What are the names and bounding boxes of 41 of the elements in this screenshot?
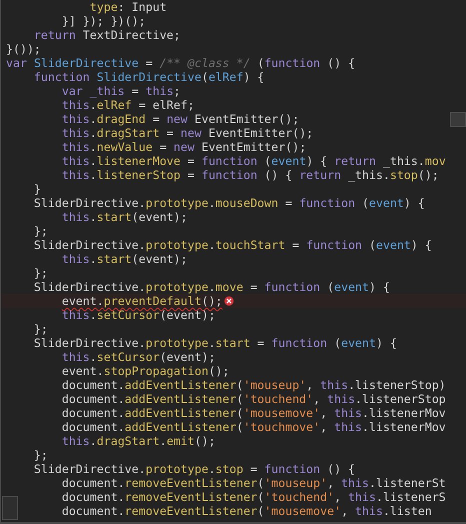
- code-line: };: [34, 322, 48, 336]
- code-line: }());: [6, 42, 41, 56]
- code-line: function SliderDirective(elRef) {: [34, 70, 264, 84]
- code-line: }: [34, 182, 41, 196]
- code-line: SliderDirective.prototype.start = function (event) {: [34, 336, 397, 350]
- scrollbar-thumb[interactable]: [450, 112, 466, 127]
- code-line: };: [34, 448, 48, 462]
- code-line: this.start(event);: [62, 252, 188, 266]
- code-line: type: Input: [90, 0, 167, 14]
- code-line: this.dragStart = new EventEmitter();: [62, 126, 314, 140]
- code-line: this.newValue = new EventEmitter();: [62, 140, 306, 154]
- code-line: document.removeEventListener('mousemove', this.listen: [62, 504, 432, 518]
- code-line: var SliderDirective = /** @class */ (function () {: [6, 56, 356, 70]
- code-line: this.dragEnd = new EventEmitter();: [62, 112, 300, 126]
- code-line: return TextDirective;: [34, 28, 181, 42]
- code-line: SliderDirective.prototype.mouseDown = function (event) {: [34, 196, 425, 210]
- code-line: this.start(event);: [62, 210, 188, 224]
- code-line: this.listenerStop = function () { return _this.stop();: [62, 168, 439, 182]
- error-icon: [224, 296, 234, 306]
- code-line: SliderDirective.prototype.touchStart = function (event) {: [34, 238, 432, 252]
- code-line: this.setCursor(event);: [62, 350, 216, 364]
- code-line: event.preventDefault();: [62, 294, 222, 308]
- code-line: var _this = this;: [62, 84, 181, 98]
- code-line: SliderDirective.prototype.stop = function () {: [34, 462, 356, 476]
- code-line: document.addEventListener('touchmove', this.listenerMov: [62, 420, 446, 434]
- code-line: document.addEventListener('mousemove', this.listenerMov: [62, 406, 446, 420]
- code-line: this.listenerMove = function (event) { return _this.mov: [62, 154, 446, 168]
- scrollbar-thumb[interactable]: [2, 496, 18, 520]
- code-line: this.elRef = elRef;: [62, 98, 194, 112]
- code-line: };: [34, 224, 48, 238]
- code-line: };: [34, 266, 48, 280]
- code-line: document.addEventListener('touchend', this.listenerStop: [62, 392, 446, 406]
- code-line: SliderDirective.prototype.move = function (event) {: [34, 280, 390, 294]
- code-line: event.stopPropagation();: [62, 364, 230, 378]
- code-editor[interactable]: [0, 0, 466, 524]
- code-line: document.removeEventListener('touchend', this.listenerS: [62, 490, 446, 504]
- code-line: this.setCursor(event);: [62, 308, 216, 322]
- code-line: this.dragStart.emit();: [62, 434, 216, 448]
- code-line: }] }); })();: [62, 14, 146, 28]
- code-line: document.removeEventListener('mouseup', this.listenerSt: [62, 476, 446, 490]
- code-line: document.addEventListener('mouseup', this.listenerStop): [62, 378, 446, 392]
